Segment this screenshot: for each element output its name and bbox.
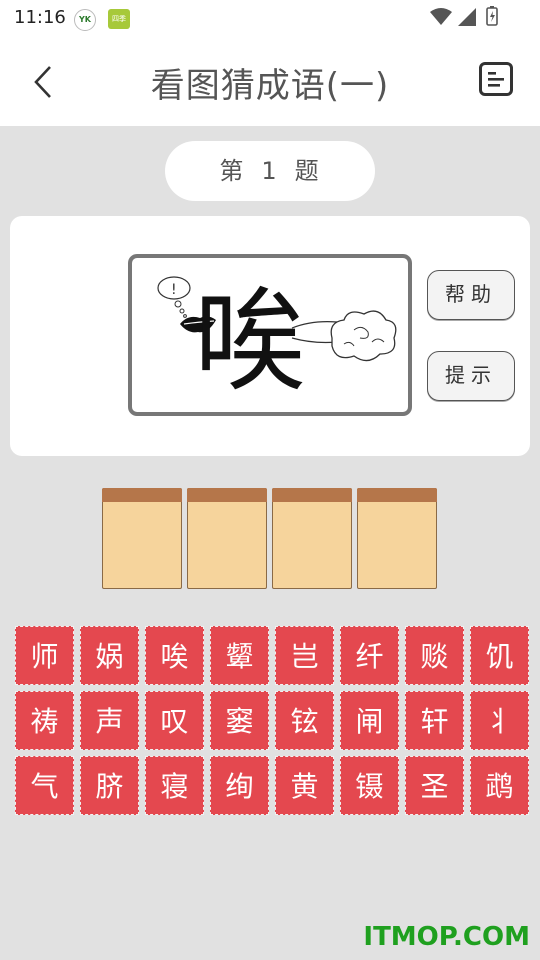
char-key[interactable]: 唉 [145,626,204,685]
char-key[interactable]: 镊 [340,756,399,815]
list-icon [488,72,504,87]
status-bar: 11:16 YK 四季 [0,0,540,36]
char-key[interactable]: 黄 [275,756,334,815]
char-key[interactable]: 岂 [275,626,334,685]
char-key[interactable]: 饥 [470,626,529,685]
page-title: 看图猜成语(一) [150,66,390,106]
char-key[interactable]: 寝 [145,756,204,815]
char-key[interactable]: 纤 [340,626,399,685]
hint-button[interactable]: 提示 [427,351,515,401]
answer-slot[interactable] [102,488,182,589]
char-key[interactable]: 声 [80,691,139,750]
signal-icon [458,8,476,26]
char-key[interactable]: 铉 [275,691,334,750]
app-notification-icon-2: 四季 [108,9,130,29]
answer-slot[interactable] [357,488,437,589]
char-key[interactable]: 赕 [405,626,464,685]
wifi-icon [430,8,452,25]
char-key[interactable]: 窭 [210,691,269,750]
char-key[interactable]: 祷 [15,691,74,750]
question-suffix: 题 [294,157,321,185]
app-header: 看图猜成语(一) [0,36,540,126]
watermark: ITMOP.COM [363,922,530,952]
answer-slot[interactable] [187,488,267,589]
svg-text:!: ! [171,282,177,298]
char-key[interactable]: 鹉 [470,756,529,815]
char-key[interactable]: 叹 [145,691,204,750]
puzzle-card: ! 唉 帮助 提示 [10,216,530,456]
status-time: 11:16 [14,7,66,28]
char-key[interactable]: 娲 [80,626,139,685]
battery-icon [486,6,498,26]
char-key[interactable]: 丬 [470,691,529,750]
char-key[interactable]: 绚 [210,756,269,815]
app-notification-icon: YK [74,9,96,31]
question-prefix: 第 [219,157,246,185]
char-key[interactable]: 轩 [405,691,464,750]
char-key[interactable]: 圣 [405,756,464,815]
puzzle-image: ! 唉 [128,254,412,416]
char-key[interactable]: 颦 [210,626,269,685]
answer-slot[interactable] [272,488,352,589]
question-number: 1 [261,157,279,185]
char-key[interactable]: 脐 [80,756,139,815]
level-list-button[interactable] [479,62,513,96]
puzzle-illustration: ! 唉 [157,276,397,407]
help-button[interactable]: 帮助 [427,270,515,320]
question-number-pill: 第1题 [165,141,375,201]
char-key[interactable]: 闸 [340,691,399,750]
char-key[interactable]: 师 [15,626,74,685]
char-key[interactable]: 气 [15,756,74,815]
puzzle-glyph: 唉 [194,277,306,407]
